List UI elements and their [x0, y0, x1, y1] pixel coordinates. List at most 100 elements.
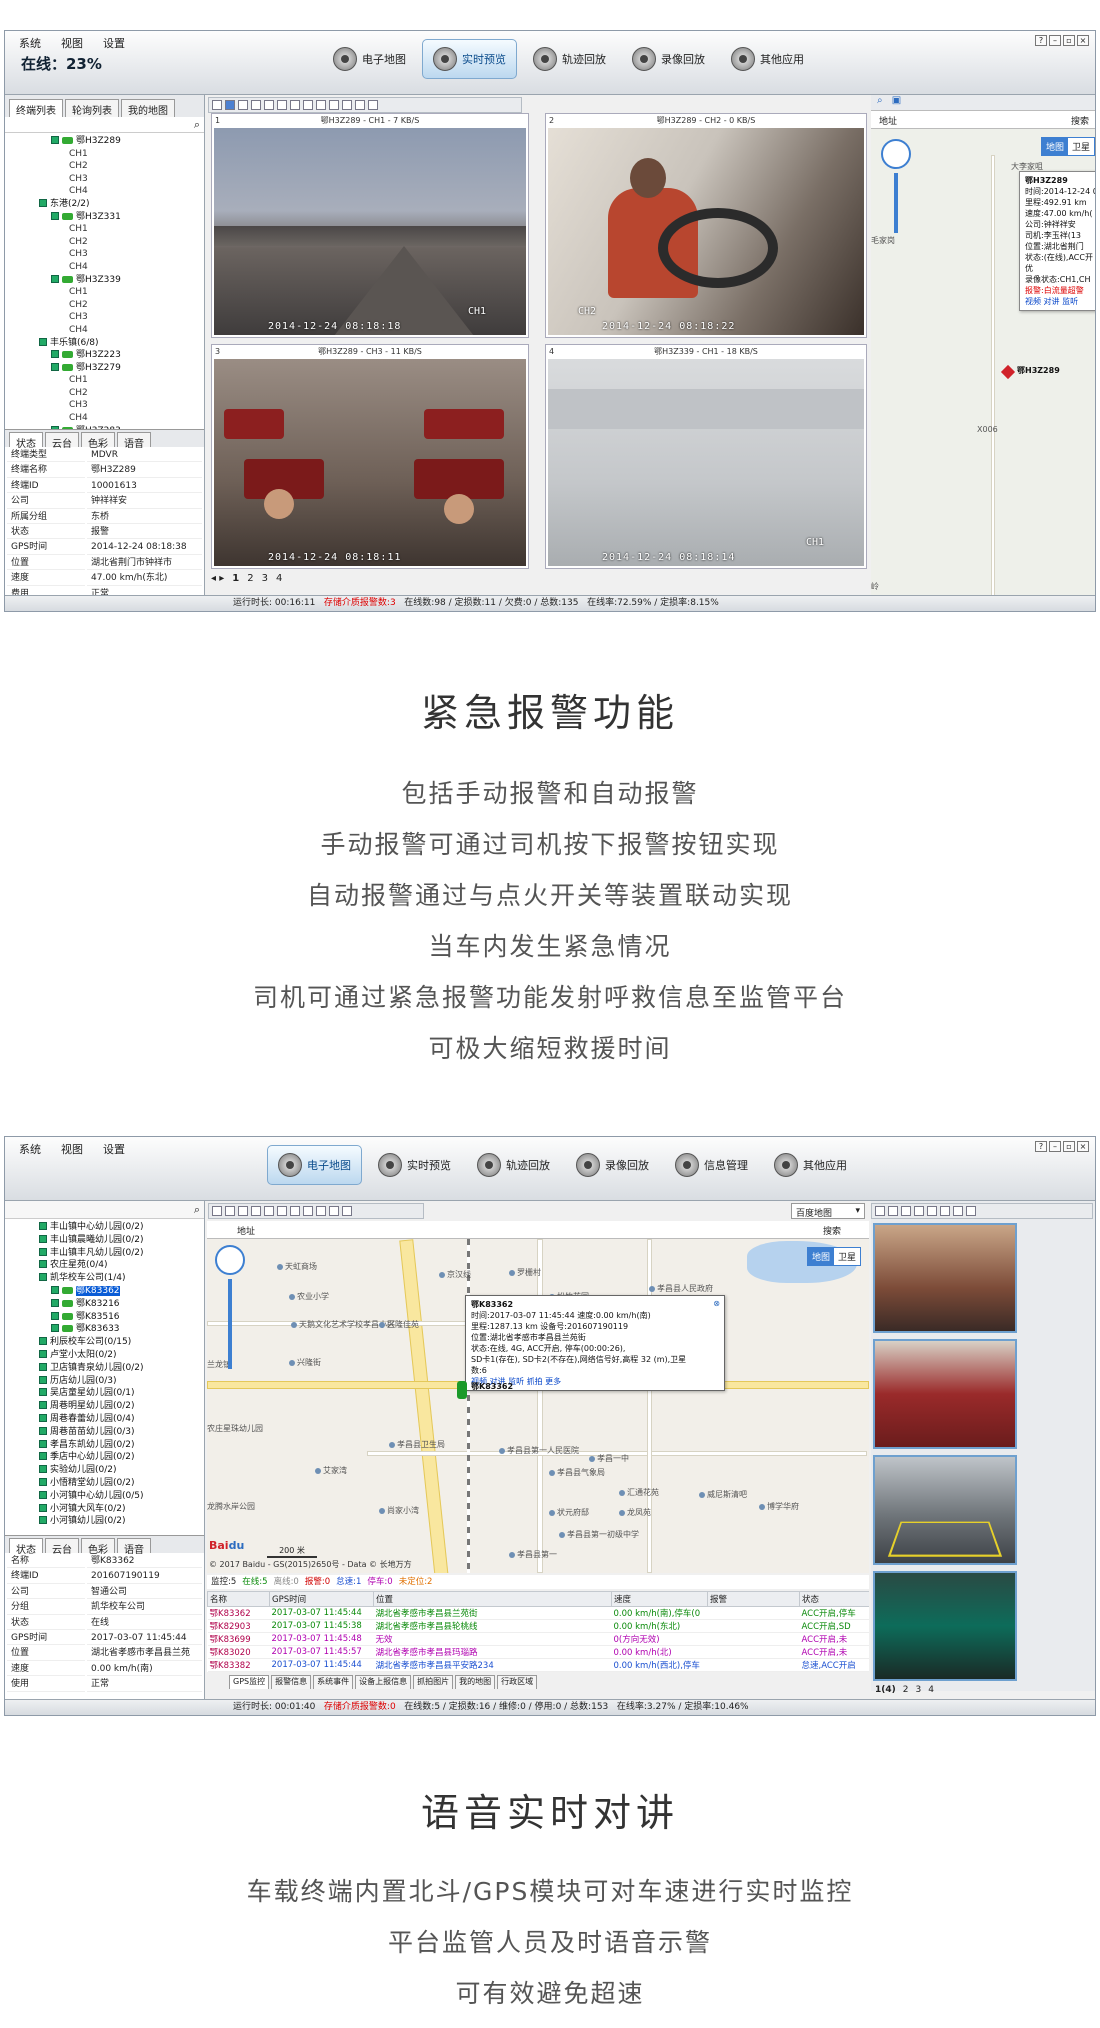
refresh-icon[interactable]: ▣ — [892, 95, 901, 106]
table-row[interactable]: 鄂K82903 2017-03-07 11:45:38 湖北省孝感市孝昌县轮桃线 0.… — [207, 1619, 869, 1633]
map-type-satellite[interactable]: 卫星 — [1067, 137, 1095, 156]
bottom-tab[interactable]: 设备上报信息 — [355, 1675, 412, 1689]
menu-settings[interactable]: 设置 — [103, 35, 125, 51]
page-tab[interactable]: 2 — [903, 1685, 909, 1695]
tab-ptz[interactable]: 云台 — [45, 1538, 79, 1556]
grid-header[interactable]: 名称 — [207, 1591, 270, 1607]
map-type-map[interactable]: 地图 — [807, 1247, 836, 1266]
snapshot-door-view[interactable] — [873, 1571, 1017, 1681]
tree-channel[interactable]: CH1 — [11, 148, 202, 161]
nav-video-playback[interactable]: 录像回放 — [622, 39, 715, 79]
tree-group[interactable]: 季店中心幼儿园(0/2) — [11, 1451, 202, 1464]
tree-group[interactable]: 卫店镇青泉幼儿园(0/2) — [11, 1362, 202, 1375]
nav-track-playback[interactable]: 轨迹回放 — [467, 1145, 560, 1185]
page-tab-4[interactable]: 4 — [276, 573, 282, 584]
menu-system[interactable]: 系统 — [19, 35, 41, 51]
tree-vehicle[interactable]: 鄂K83633 — [11, 1323, 202, 1336]
video-pane-3[interactable]: 3 鄂H3Z289 - CH3 - 11 KB/S 2014-12-24 08:1… — [211, 344, 529, 569]
snapshot-rear-view[interactable] — [873, 1455, 1017, 1565]
layout-4-icon[interactable] — [888, 1206, 898, 1216]
tree-channel[interactable]: CH4 — [11, 185, 202, 198]
address-search-button[interactable]: 搜索 — [823, 1224, 841, 1237]
play-icon[interactable] — [953, 1206, 963, 1216]
polygon-icon[interactable] — [290, 1206, 300, 1216]
tree-channel[interactable]: CH2 — [11, 299, 202, 312]
fullscreen-icon[interactable] — [966, 1206, 976, 1216]
main-map[interactable]: 地址 搜索 天虹商场 罗栅村 孝昌县人民政府 农业小学 天鹅文化艺术学校孝昌小区 兴隆佳苑… — [207, 1221, 869, 1573]
nav-electronic-map[interactable]: 电子地图 — [267, 1145, 362, 1185]
bottom-tab[interactable]: 抓拍图片 — [413, 1675, 454, 1689]
tree-vehicle[interactable]: 鄂H3Z339 — [11, 274, 202, 287]
checkbox-icon[interactable] — [39, 1490, 47, 1499]
map-type-map[interactable]: 地图 — [1041, 137, 1070, 156]
help-icon[interactable]: ? — [1035, 35, 1047, 46]
snapshot-cabin-seats[interactable] — [873, 1339, 1017, 1449]
tree-group[interactable]: 历店幼儿园(0/3) — [11, 1375, 202, 1388]
tree-group[interactable]: 丰山镇晨曦幼儿园(0/2) — [11, 1234, 202, 1247]
tree-channel[interactable]: CH3 — [11, 248, 202, 261]
checkbox-icon[interactable] — [39, 1234, 47, 1243]
zoom-out-icon[interactable] — [225, 1206, 235, 1216]
checkbox-icon[interactable] — [51, 211, 59, 220]
restore-icon[interactable]: ▫ — [1063, 1141, 1075, 1152]
tree-group[interactable]: 东港(2/2) — [11, 198, 202, 211]
grid-header[interactable]: 位置 — [373, 1591, 612, 1607]
stop-icon[interactable] — [290, 100, 300, 110]
layout-6-icon[interactable] — [238, 100, 248, 110]
checkbox-icon[interactable] — [39, 1401, 47, 1410]
play-icon[interactable] — [355, 100, 365, 110]
tab-terminal-list[interactable]: 终端列表 — [9, 99, 63, 117]
video-pane-4[interactable]: 4 鄂H3Z339 - CH1 - 18 KB/S CH1 2014-12-24 … — [545, 344, 867, 569]
table-row[interactable]: 鄂K83020 2017-03-07 11:45:57 湖北省孝感市孝昌县玛瑙路 0.… — [207, 1645, 869, 1659]
grid-header[interactable]: 报警 — [707, 1591, 800, 1607]
tree-group[interactable]: 卢堂小太阳(0/2) — [11, 1349, 202, 1362]
tree-group[interactable]: 小河镇中心幼儿园(0/5) — [11, 1490, 202, 1503]
tree-group[interactable]: 小悟精堂幼儿园(0/2) — [11, 1477, 202, 1490]
page-tab-1[interactable]: 1 — [232, 573, 239, 584]
fit-icon[interactable] — [329, 1206, 339, 1216]
minimize-icon[interactable]: – — [1049, 1141, 1061, 1152]
layout-9-icon[interactable] — [264, 100, 274, 110]
tree-group[interactable]: 吴店童星幼儿园(0/1) — [11, 1387, 202, 1400]
tree-channel[interactable]: CH4 — [11, 412, 202, 425]
menu-view[interactable]: 视图 — [61, 35, 83, 51]
layout-1-icon[interactable] — [875, 1206, 885, 1216]
video-pane-1[interactable]: 1 鄂H3Z289 - CH1 - 7 KB/S CH1 2014-12-24 0… — [211, 113, 529, 338]
tree-group[interactable]: 周巷春蕾幼儿园(0/4) — [11, 1413, 202, 1426]
nav-other-apps[interactable]: 其他应用 — [721, 39, 814, 79]
pan-icon[interactable] — [238, 1206, 248, 1216]
tree-vehicle[interactable]: 鄂H3Z289 — [11, 135, 202, 148]
checkbox-icon[interactable] — [39, 1222, 47, 1230]
tree-group[interactable]: 小河镇幼儿园(0/2) — [11, 1515, 202, 1528]
address-search-button[interactable]: 搜索 — [1071, 114, 1089, 127]
checkbox-icon[interactable] — [39, 1477, 47, 1486]
tree-channel[interactable]: CH2 — [11, 160, 202, 173]
nav-electronic-map[interactable]: 电子地图 — [323, 39, 416, 79]
tree-vehicle[interactable]: 鄂H3Z279 — [11, 362, 202, 375]
tree-group[interactable]: 孝昌东凯幼儿园(0/2) — [11, 1439, 202, 1452]
tab-ptz[interactable]: 云台 — [45, 432, 79, 450]
nav-info-management[interactable]: 信息管理 — [665, 1145, 758, 1185]
minimize-icon[interactable]: – — [1049, 35, 1061, 46]
grid-header[interactable]: 状态 — [799, 1591, 869, 1607]
tab-voice[interactable]: 语音 — [117, 432, 151, 450]
capture-icon[interactable] — [914, 1206, 924, 1216]
tree-group[interactable]: 周巷苗苗幼儿园(0/3) — [11, 1426, 202, 1439]
tab-voice[interactable]: 语音 — [117, 1538, 151, 1556]
tree-vehicle[interactable]: 鄂K83362 — [11, 1285, 202, 1298]
checkbox-icon[interactable] — [51, 1324, 59, 1333]
vehicle-marker-icon[interactable] — [1000, 364, 1016, 380]
layout-8-icon[interactable] — [251, 100, 261, 110]
tab-color[interactable]: 色彩 — [81, 432, 115, 450]
checkbox-icon[interactable] — [51, 350, 59, 359]
map-type-satellite[interactable]: 卫星 — [833, 1247, 862, 1266]
line-icon[interactable] — [303, 1206, 313, 1216]
checkbox-icon[interactable] — [39, 1273, 47, 1282]
page-tab[interactable]: 1(4) — [875, 1685, 896, 1695]
record-icon[interactable] — [927, 1206, 937, 1216]
vehicle-tree[interactable]: 丰山镇中心幼儿园(0/2) 丰山镇晨曦幼儿园(0/2) 丰山镇丰凡幼儿园(0/2) 农… — [5, 1219, 204, 1535]
tree-channel[interactable]: CH1 — [11, 374, 202, 387]
map-style-select[interactable]: 百度地图 ▾ — [791, 1203, 865, 1219]
checkbox-icon[interactable] — [51, 136, 59, 144]
nav-video-playback[interactable]: 录像回放 — [566, 1145, 659, 1185]
